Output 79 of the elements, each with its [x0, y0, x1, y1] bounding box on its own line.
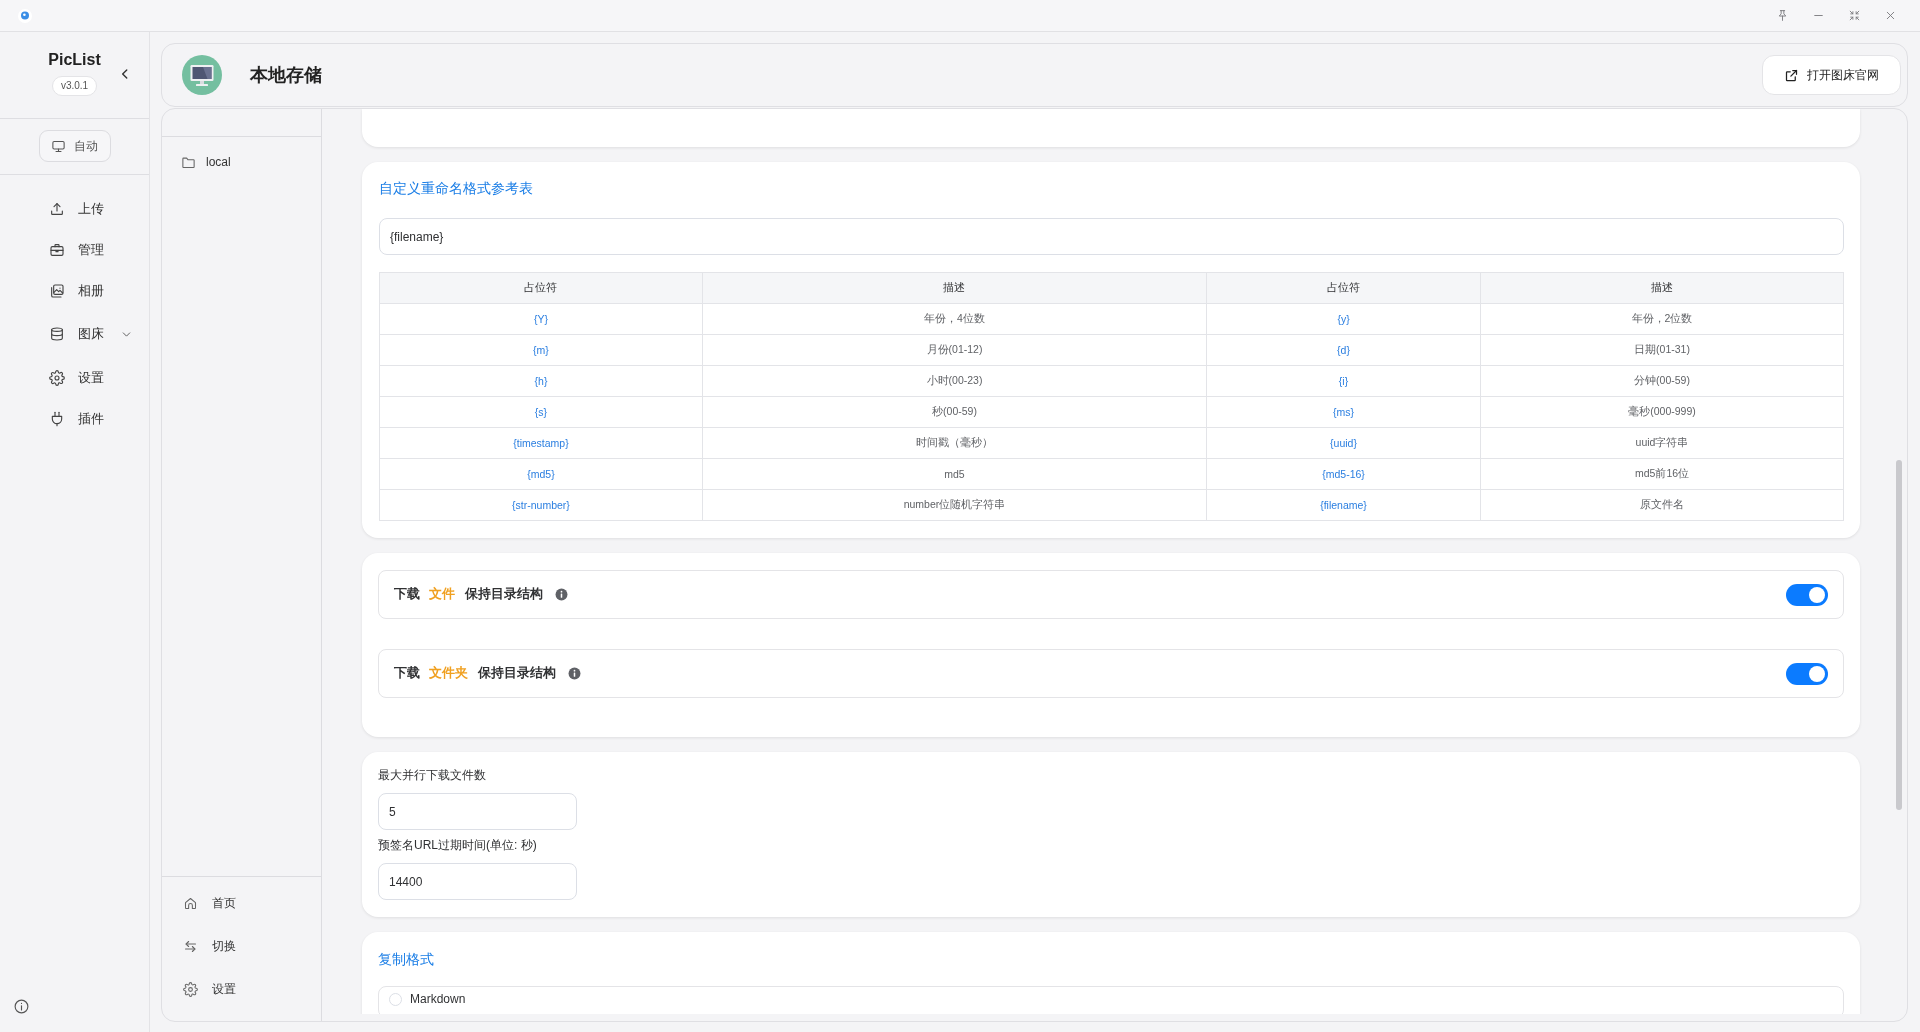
- compress-icon: [1847, 9, 1861, 22]
- table-cell: 年份，4位数: [702, 303, 1207, 335]
- nav-item[interactable]: 图床: [0, 311, 149, 357]
- table-cell: {uuid}: [1206, 427, 1481, 459]
- swap-arrows-icon: [183, 939, 198, 954]
- storage-item[interactable]: local: [162, 150, 321, 174]
- setting-label: 下载 文件夹 保持目录结构: [394, 665, 557, 682]
- table-cell: {filename}: [1206, 489, 1481, 521]
- app-name: PicList: [48, 50, 101, 70]
- table-cell: 年份，2位数: [1480, 303, 1844, 335]
- menu-item[interactable]: 设置: [162, 968, 321, 1011]
- nav-item[interactable]: 管理: [0, 229, 149, 270]
- menu-item[interactable]: 切换: [162, 925, 321, 968]
- input-field[interactable]: {filename}: [379, 218, 1844, 255]
- folder-icon: [181, 154, 196, 170]
- table-cell: 月份(01-12): [702, 334, 1207, 366]
- input-field[interactable]: 5: [378, 793, 577, 830]
- pictures-icon: [49, 282, 65, 299]
- option-label: Markdown: [410, 992, 466, 1007]
- table-cell: 时间戳（毫秒）: [702, 427, 1207, 459]
- table-cell: 分钟(00-59): [1480, 365, 1844, 397]
- radio-button[interactable]: [389, 993, 402, 1006]
- toggle-switch[interactable]: [1786, 662, 1828, 685]
- table-cell: {md5-16}: [1206, 458, 1481, 490]
- table-cell: {s}: [379, 396, 703, 428]
- table-cell: {Y}: [379, 303, 703, 335]
- table-cell: {y}: [1206, 303, 1481, 335]
- column-header: 描述: [702, 272, 1207, 304]
- app-logo-icon: [18, 8, 32, 23]
- table-cell: number位随机字符串: [702, 489, 1207, 521]
- nav-item[interactable]: 上传: [0, 188, 149, 229]
- theme-mode-button[interactable]: 自动: [38, 130, 111, 162]
- scrollbar[interactable]: [1896, 460, 1902, 810]
- database-icon: [49, 326, 65, 342]
- briefcase-icon: [49, 241, 65, 258]
- card-title: 自定义重命名格式参考表: [379, 179, 534, 198]
- table-cell: uuid字符串: [1480, 427, 1844, 459]
- table-cell: {m}: [379, 334, 703, 366]
- menu-item[interactable]: 首页: [162, 882, 321, 925]
- info-icon[interactable]: [567, 667, 581, 680]
- card-title: 复制格式: [378, 950, 435, 969]
- field-label: 预签名URL过期时间(单位: 秒): [378, 837, 537, 854]
- nav-item[interactable]: 插件: [0, 398, 149, 439]
- table-cell: {d}: [1206, 334, 1481, 366]
- info-icon[interactable]: [13, 998, 30, 1015]
- upload-icon: [49, 200, 65, 217]
- column-header: 占位符: [379, 272, 703, 304]
- setting-label: 下载 文件 保持目录结构: [394, 586, 544, 603]
- table-cell: 日期(01-31): [1480, 334, 1844, 366]
- table-cell: {i}: [1206, 365, 1481, 397]
- gear-icon: [183, 982, 198, 997]
- open-website-button[interactable]: 打开图床官网: [1762, 55, 1901, 95]
- table-cell: 秒(00-59): [702, 396, 1207, 428]
- info-icon[interactable]: [554, 588, 568, 601]
- page-title: 本地存储: [250, 64, 322, 87]
- nav-item[interactable]: 相册: [0, 270, 149, 311]
- monitor-icon: [51, 138, 66, 154]
- plug-icon: [49, 410, 65, 427]
- column-header: 占位符: [1206, 272, 1481, 304]
- home-icon: [183, 896, 198, 911]
- table-cell: {str-number}: [379, 489, 703, 521]
- table-cell: md5: [702, 458, 1207, 490]
- table-cell: {md5}: [379, 458, 703, 490]
- table-cell: 毫秒(000-999): [1480, 396, 1844, 428]
- table-cell: md5前16位: [1480, 458, 1844, 490]
- table-cell: 原文件名: [1480, 489, 1844, 521]
- column-header: 描述: [1480, 272, 1844, 304]
- table-cell: {ms}: [1206, 396, 1481, 428]
- table-cell: {timestamp}: [379, 427, 703, 459]
- field-label: 最大并行下载文件数: [378, 767, 486, 784]
- version-badge: v3.0.1: [51, 76, 98, 96]
- toggle-switch[interactable]: [1786, 583, 1828, 606]
- input-field[interactable]: 14400: [378, 863, 577, 900]
- external-link-icon: [1784, 67, 1799, 83]
- nav-item[interactable]: 设置: [0, 357, 149, 398]
- table-cell: {h}: [379, 365, 703, 397]
- monitor-icon: [182, 55, 222, 95]
- gear-icon: [49, 369, 65, 386]
- table-cell: 小时(00-23): [702, 365, 1207, 397]
